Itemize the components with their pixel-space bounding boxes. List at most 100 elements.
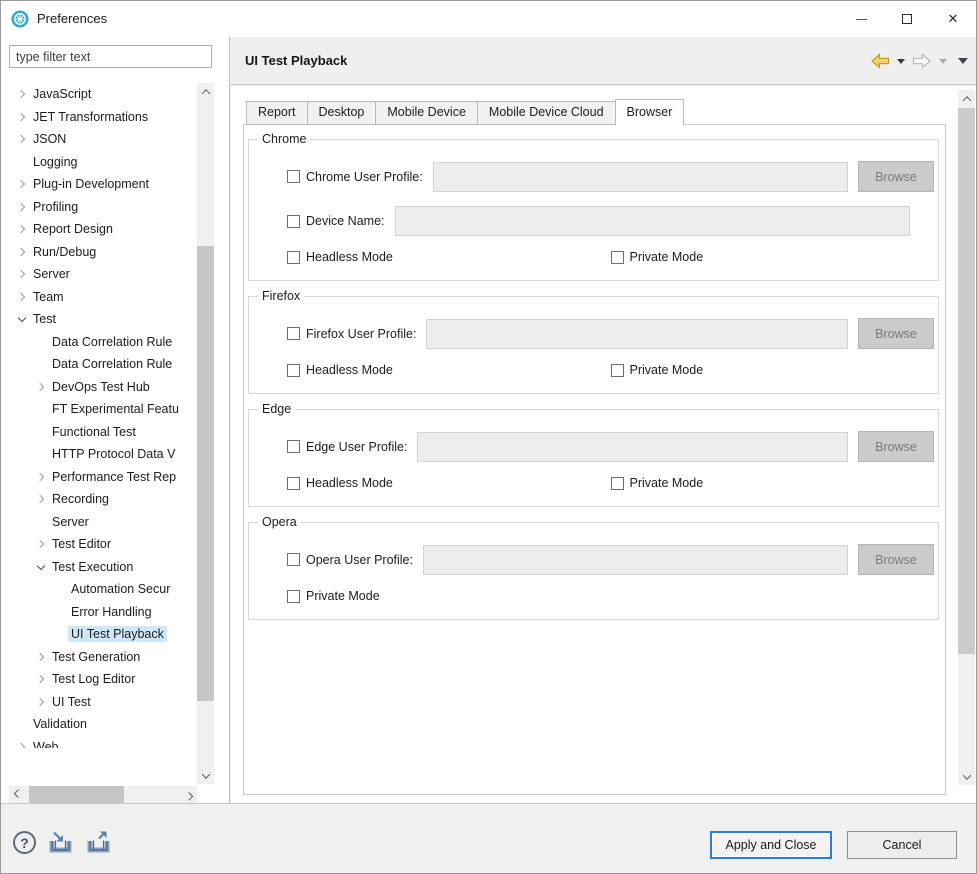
checkbox-icon[interactable] [611, 364, 624, 377]
field-checkbox[interactable]: Edge User Profile: [287, 440, 407, 454]
scroll-down-button[interactable] [197, 767, 214, 784]
tree-item[interactable]: Report Design [1, 218, 197, 241]
tree-item[interactable]: Recording [1, 488, 197, 511]
tab[interactable]: Mobile Device Cloud [477, 101, 616, 125]
tree-item[interactable]: Test [1, 308, 197, 331]
tree-item[interactable]: JET Transformations [1, 106, 197, 129]
tree-item-expander[interactable] [32, 474, 49, 480]
tab[interactable]: Report [246, 101, 308, 125]
checkbox-icon[interactable] [611, 251, 624, 264]
tree-item[interactable]: UI Test Playback [1, 623, 197, 646]
mode-checkbox[interactable]: Headless Mode [287, 476, 611, 490]
tree-item-label[interactable]: Test Execution [49, 559, 136, 575]
checkbox-icon[interactable] [287, 364, 300, 377]
tree-item-expander[interactable] [32, 563, 49, 571]
view-menu-icon[interactable] [958, 58, 968, 64]
tree-item-expander[interactable] [32, 699, 49, 705]
tree-item[interactable]: Test Editor [1, 533, 197, 556]
tree-item-label[interactable]: JSON [30, 131, 69, 147]
tree-item-label[interactable]: Logging [30, 154, 81, 170]
tree-item[interactable]: Server [1, 263, 197, 286]
tree-item-label[interactable]: Automation Secur [68, 581, 173, 597]
scroll-right-button[interactable] [180, 786, 197, 803]
apply-and-close-button[interactable]: Apply and Close [710, 831, 832, 859]
tree-item-label[interactable]: Plug-in Development [30, 176, 152, 192]
tree-vertical-scrollbar[interactable] [197, 83, 214, 784]
tree-item-label[interactable]: Server [30, 266, 73, 282]
tree-item-label[interactable]: JET Transformations [30, 109, 151, 125]
checkbox-icon[interactable] [287, 477, 300, 490]
tree-item-label[interactable]: Server [49, 514, 92, 530]
checkbox-icon[interactable] [287, 590, 300, 603]
tree-item[interactable]: Error Handling [1, 601, 197, 624]
scroll-up-button[interactable] [197, 83, 214, 100]
tree-item-label[interactable]: Performance Test Rep [49, 469, 179, 485]
checkbox-icon[interactable] [287, 327, 300, 340]
tree-item[interactable]: Test Log Editor [1, 668, 197, 691]
tree-item-label[interactable]: DevOps Test Hub [49, 379, 153, 395]
filter-input[interactable] [9, 45, 212, 68]
tree-item-expander[interactable] [13, 114, 30, 120]
tree-item-label[interactable]: Data Correlation Rule [49, 356, 175, 372]
tree-item-expander[interactable] [13, 91, 30, 97]
tree-item-label[interactable]: UI Test Playback [68, 626, 167, 642]
tree-item[interactable]: Validation [1, 713, 197, 736]
tree-item-expander[interactable] [32, 654, 49, 660]
scrollbar-thumb[interactable] [197, 246, 214, 701]
tree-item[interactable]: Server [1, 511, 197, 534]
tree-item-expander[interactable] [32, 384, 49, 390]
checkbox-icon[interactable] [287, 440, 300, 453]
tree-item-expander[interactable] [13, 136, 30, 142]
back-icon[interactable] [870, 53, 890, 69]
tree-item[interactable]: Web [1, 736, 197, 749]
tab[interactable]: Browser [615, 99, 685, 126]
content-vertical-scrollbar[interactable] [958, 90, 975, 785]
tree-item[interactable]: Run/Debug [1, 241, 197, 264]
tree-item-expander[interactable] [32, 676, 49, 682]
tree-item[interactable]: Performance Test Rep [1, 466, 197, 489]
tree-item-label[interactable]: Test Generation [49, 649, 143, 665]
tree-item[interactable]: Team [1, 286, 197, 309]
tree-item-expander[interactable] [32, 541, 49, 547]
field-checkbox[interactable]: Chrome User Profile: [287, 170, 423, 184]
tree-item-expander[interactable] [13, 294, 30, 300]
mode-checkbox[interactable]: Private Mode [611, 476, 935, 490]
cancel-button[interactable]: Cancel [847, 831, 957, 859]
tree-item-expander[interactable] [13, 744, 30, 748]
tree-item[interactable]: Automation Secur [1, 578, 197, 601]
minimize-button[interactable] [838, 1, 884, 37]
import-preferences-icon[interactable] [47, 831, 74, 855]
scrollbar-thumb[interactable] [29, 786, 124, 803]
tree-item-label[interactable]: FT Experimental Featu [49, 401, 182, 417]
tree-item-expander[interactable] [13, 249, 30, 255]
tree-item-expander[interactable] [32, 496, 49, 502]
export-preferences-icon[interactable] [85, 831, 112, 855]
field-checkbox[interactable]: Opera User Profile: [287, 553, 413, 567]
tree-item[interactable]: JavaScript [1, 83, 197, 106]
help-icon[interactable]: ? [13, 831, 36, 854]
tree-item[interactable]: DevOps Test Hub [1, 376, 197, 399]
tree-item[interactable]: FT Experimental Featu [1, 398, 197, 421]
tree-item[interactable]: Data Correlation Rule [1, 331, 197, 354]
checkbox-icon[interactable] [287, 251, 300, 264]
tree-item[interactable]: JSON [1, 128, 197, 151]
tree-item[interactable]: Data Correlation Rule [1, 353, 197, 376]
tree-item[interactable]: Logging [1, 151, 197, 174]
scroll-left-button[interactable] [9, 786, 26, 803]
tree-item-label[interactable]: Test Log Editor [49, 671, 138, 687]
tree-item-label[interactable]: Report Design [30, 221, 116, 237]
field-checkbox[interactable]: Firefox User Profile: [287, 327, 416, 341]
mode-checkbox[interactable]: Headless Mode [287, 363, 611, 377]
tree-item[interactable]: HTTP Protocol Data V [1, 443, 197, 466]
tree-item[interactable]: Test Execution [1, 556, 197, 579]
scroll-up-button[interactable] [958, 90, 975, 107]
tree-item-label[interactable]: Functional Test [49, 424, 139, 440]
tree-item-label[interactable]: Run/Debug [30, 244, 99, 260]
mode-checkbox[interactable]: Private Mode [611, 250, 935, 264]
tree-item-label[interactable]: Team [30, 289, 67, 305]
tree-item-label[interactable]: JavaScript [30, 86, 94, 102]
tree-item-label[interactable]: Validation [30, 716, 90, 732]
mode-checkbox[interactable]: Private Mode [287, 589, 611, 603]
tree-item[interactable]: Functional Test [1, 421, 197, 444]
checkbox-icon[interactable] [287, 215, 300, 228]
